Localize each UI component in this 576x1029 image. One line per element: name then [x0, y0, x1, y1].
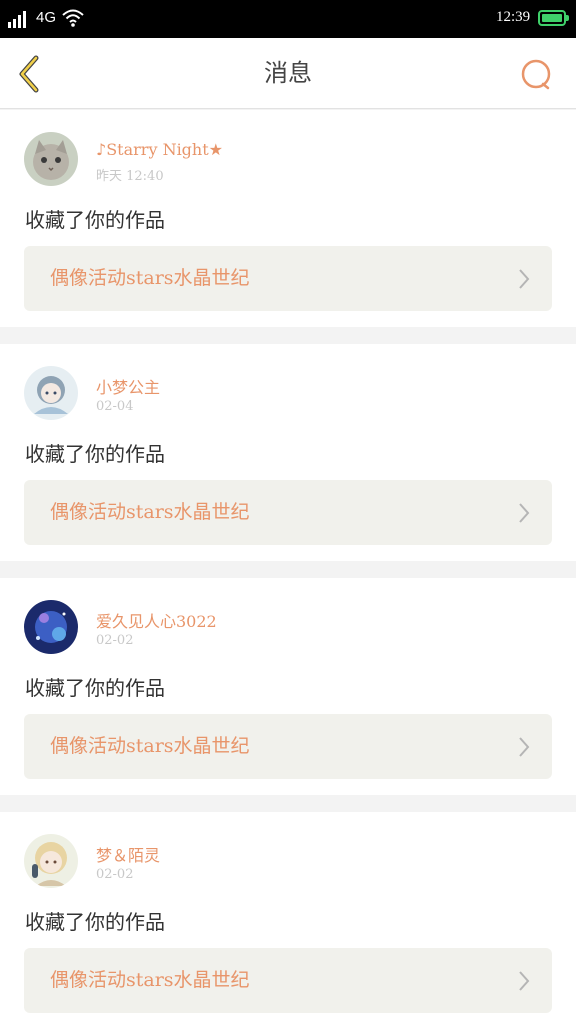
nav-bar: 消息	[0, 38, 576, 109]
avatar[interactable]	[24, 600, 78, 654]
work-title: 偶像活动stars水晶世纪	[50, 969, 250, 991]
work-link[interactable]: 偶像活动stars水晶世纪	[24, 480, 552, 545]
work-title: 偶像活动stars水晶世纪	[50, 267, 250, 289]
page-title: 消息	[264, 59, 312, 87]
battery-icon	[538, 10, 566, 26]
avatar[interactable]	[24, 366, 78, 420]
network-type: 4G	[36, 9, 57, 26]
status-bar: 4G 12:39	[0, 0, 576, 38]
message-text: 收藏了你的作品	[25, 910, 165, 934]
signal-icon	[8, 10, 30, 28]
chevron-right-icon	[519, 503, 530, 523]
clock: 12:39	[496, 9, 531, 25]
work-link[interactable]: 偶像活动stars水晶世纪	[24, 246, 552, 311]
chevron-right-icon	[519, 971, 530, 991]
work-link[interactable]: 偶像活动stars水晶世纪	[24, 948, 552, 1013]
message-text: 收藏了你的作品	[25, 676, 165, 700]
battery-tip	[566, 15, 569, 21]
back-chevron-icon[interactable]	[14, 54, 44, 94]
work-title: 偶像活动stars水晶世纪	[50, 501, 250, 523]
sender-name[interactable]: 爱久见人心3022	[96, 608, 217, 632]
chevron-right-icon	[519, 269, 530, 289]
message-text: 收藏了你的作品	[25, 442, 165, 466]
message-text: 收藏了你的作品	[25, 208, 165, 232]
avatar[interactable]	[24, 132, 78, 186]
message-time: 昨天 12:40	[96, 169, 164, 184]
work-link[interactable]: 偶像活动stars水晶世纪	[24, 714, 552, 779]
message-time: 02-02	[96, 867, 134, 882]
sender-name[interactable]: 小梦公主	[96, 374, 160, 398]
message-card[interactable]: 爱久见人心3022 02-02 收藏了你的作品 偶像活动stars水晶世纪	[0, 578, 576, 795]
chevron-right-icon	[519, 737, 530, 757]
search-icon[interactable]	[518, 57, 554, 93]
sender-name[interactable]: 梦＆陌灵	[96, 842, 160, 866]
sender-name[interactable]: ♪Starry Night★	[96, 140, 223, 159]
message-card[interactable]: ♪Starry Night★ 昨天 12:40 收藏了你的作品 偶像活动star…	[0, 110, 576, 327]
message-time: 02-02	[96, 633, 134, 648]
message-card[interactable]: 梦＆陌灵 02-02 收藏了你的作品 偶像活动stars水晶世纪	[0, 812, 576, 1029]
message-time: 02-04	[96, 399, 134, 414]
message-card[interactable]: 小梦公主 02-04 收藏了你的作品 偶像活动stars水晶世纪	[0, 344, 576, 561]
avatar[interactable]	[24, 834, 78, 888]
wifi-icon	[62, 9, 84, 27]
work-title: 偶像活动stars水晶世纪	[50, 735, 250, 757]
